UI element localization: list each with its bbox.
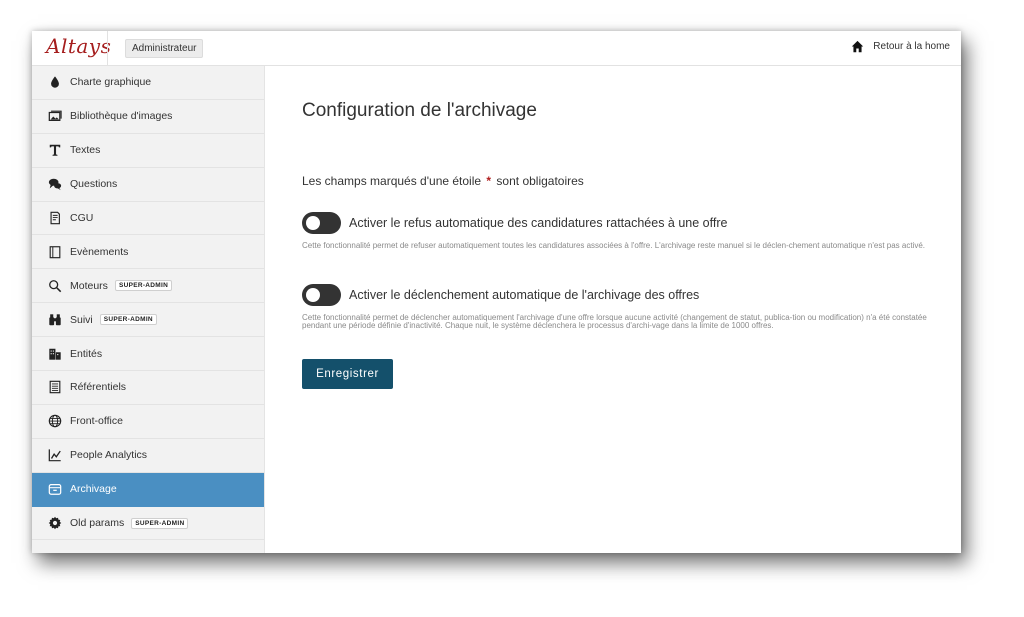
- document-icon: [48, 211, 62, 225]
- sidebar-item-cgu[interactable]: CGU: [32, 202, 264, 236]
- auto-refusal-toggle-row: Activer le refus automatique des candida…: [302, 212, 727, 234]
- sidebar-item-label: Evènements: [70, 245, 129, 258]
- sidebar-item-questions[interactable]: Questions: [32, 168, 264, 202]
- auto-archive-label[interactable]: Activer le déclenchement automatique de …: [349, 288, 699, 302]
- super-admin-badge: SUPER-ADMIN: [99, 314, 157, 326]
- line-chart-icon: [48, 448, 62, 462]
- sidebar-item-archivage[interactable]: Archivage: [32, 472, 264, 507]
- auto-refusal-toggle[interactable]: [302, 212, 341, 234]
- auto-archive-toggle[interactable]: [302, 284, 341, 306]
- sidebar-item-people-analytics[interactable]: People Analytics: [32, 439, 264, 473]
- auto-refusal-help: Cette fonctionnalité permet de refuser a…: [302, 241, 926, 250]
- sidebar-item-textes[interactable]: Textes: [32, 134, 264, 168]
- list-icon: [48, 380, 62, 394]
- sidebar-item-label: Bibliothèque d'images: [70, 110, 173, 123]
- calendar-icon: [48, 245, 62, 259]
- search-icon: [48, 279, 62, 293]
- sidebar-item-label: People Analytics: [70, 449, 148, 462]
- main-content: Configuration de l'archivage Les champs …: [265, 66, 961, 553]
- sidebar: Charte graphique Bibliothèque d'images T…: [32, 66, 265, 553]
- top-bar: Altays Administrateur Retour à la home: [32, 31, 961, 66]
- super-admin-badge: SUPER-ADMIN: [114, 280, 173, 292]
- sidebar-item-referentiels[interactable]: Référentiels: [32, 371, 264, 405]
- required-star: *: [486, 174, 492, 188]
- sidebar-item-suivi[interactable]: Suivi SUPER-ADMIN: [32, 303, 264, 338]
- sidebar-item-bibliotheque-images[interactable]: Bibliothèque d'images: [32, 100, 264, 134]
- home-link[interactable]: Retour à la home: [851, 40, 950, 53]
- image-icon: [48, 109, 62, 123]
- globe-icon: [48, 414, 62, 428]
- sidebar-item-label: Moteurs: [70, 279, 108, 292]
- required-note-suffix: sont obligatoires: [496, 174, 584, 188]
- auto-archive-toggle-row: Activer le déclenchement automatique de …: [302, 284, 699, 306]
- sidebar-item-front-office[interactable]: Front-office: [32, 405, 264, 439]
- page-title: Configuration de l'archivage: [302, 100, 537, 121]
- home-icon: [852, 40, 864, 53]
- sidebar-item-entites[interactable]: Entités: [32, 337, 264, 372]
- sidebar-item-label: Front-office: [70, 415, 123, 428]
- app-window: Altays Administrateur Retour à la home C…: [32, 31, 961, 553]
- gear-icon: [48, 516, 62, 530]
- sidebar-item-label: Archivage: [70, 483, 117, 496]
- sidebar-item-label: Textes: [70, 144, 101, 157]
- text-icon: [48, 143, 62, 157]
- sidebar-item-charte-graphique[interactable]: Charte graphique: [32, 66, 264, 100]
- required-fields-note: Les champs marqués d'une étoile * sont o…: [302, 174, 584, 188]
- chat-icon: [48, 177, 62, 191]
- sidebar-item-old-params[interactable]: Old params SUPER-ADMIN: [32, 507, 264, 541]
- save-button[interactable]: Enregistrer: [302, 359, 393, 389]
- role-badge: Administrateur: [125, 39, 204, 58]
- logo-divider: [107, 31, 108, 65]
- required-note-prefix: Les champs marqués d'une étoile: [302, 174, 482, 188]
- archive-icon: [48, 482, 62, 496]
- sidebar-item-label: Charte graphique: [70, 76, 152, 89]
- sidebar-item-evenements[interactable]: Evènements: [32, 235, 264, 270]
- auto-archive-help: Cette fonctionnalité permet de déclenche…: [302, 313, 927, 330]
- sidebar-item-label: Référentiels: [70, 381, 127, 394]
- drop-icon: [48, 75, 62, 89]
- binoculars-icon: [48, 313, 62, 327]
- building-icon: [48, 347, 62, 361]
- brand-logo[interactable]: Altays: [46, 34, 111, 58]
- sidebar-item-label: Suivi: [70, 313, 93, 326]
- sidebar-item-label: Old params: [70, 517, 125, 530]
- sidebar-item-moteurs[interactable]: Moteurs SUPER-ADMIN: [32, 269, 264, 304]
- sidebar-item-label: CGU: [70, 212, 94, 224]
- sidebar-item-label: Entités: [70, 347, 103, 360]
- sidebar-item-label: Questions: [70, 178, 118, 191]
- home-link-label: Retour à la home: [873, 41, 950, 52]
- auto-refusal-label[interactable]: Activer le refus automatique des candida…: [349, 216, 727, 230]
- super-admin-badge: SUPER-ADMIN: [131, 517, 189, 529]
